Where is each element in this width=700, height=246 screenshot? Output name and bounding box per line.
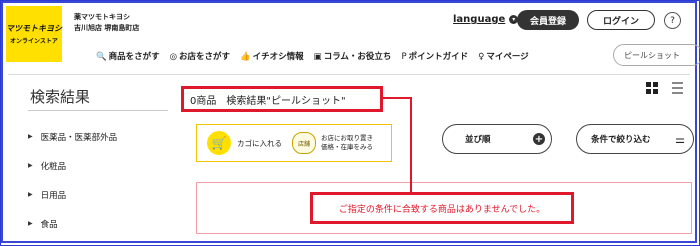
store-line2: 吉川旭店 堺南島町店 <box>74 24 140 32</box>
pickup-line2: 価格・在庫をみる <box>321 143 373 151</box>
category-item[interactable]: ▶ 日用品 <box>28 180 117 209</box>
pickup-legend-label: お店にお取り置き 価格・在庫をみる <box>321 134 373 152</box>
pickup-line1: お店にお取り置き <box>321 134 373 142</box>
main-nav: 🔍 商品をさがす ◎ お店をさがす 👍 イチオシ情報 ▣ コラム・お役立ち P ポイントガ… <box>96 50 529 62</box>
nav-label: お店をさがす <box>179 52 231 62</box>
language-selector[interactable]: language ▾ <box>453 14 519 25</box>
filter-label: 条件で絞り込む <box>591 135 651 145</box>
location-pin-icon: ◎ <box>169 52 178 62</box>
category-list: ▶ 医薬品・医薬部外品 ▶ 化粧品 ▶ 日用品 ▶ 食品 <box>28 122 117 238</box>
annotation-connector <box>383 97 412 99</box>
title-underline <box>28 110 168 111</box>
nav-item-stores[interactable]: ◎ お店をさがす <box>170 50 230 62</box>
sort-button[interactable]: 並び順 + <box>442 124 552 154</box>
nav-label: イチオシ情報 <box>252 52 304 62</box>
nav-item-products[interactable]: 🔍 商品をさがす <box>96 50 160 62</box>
logo-subtitle: オンラインストア <box>10 37 58 45</box>
nav-label: マイページ <box>486 52 529 62</box>
category-item[interactable]: ▶ 化粧品 <box>28 151 117 180</box>
sliders-icon: ⚌ <box>675 132 685 146</box>
list-view-icon[interactable] <box>672 82 683 94</box>
logo-wordmark: マツモトキヨシ <box>6 23 62 33</box>
register-button[interactable]: 会員登録 <box>517 10 579 30</box>
empty-result-message: ご指定の条件に合致する商品はありませんでした。 <box>310 192 574 224</box>
category-label: 食品 <box>40 219 58 230</box>
cart-legend-label: カゴに入れる <box>237 138 282 148</box>
plus-icon: + <box>533 133 545 145</box>
nav-item-points[interactable]: P ポイントガイド <box>401 50 468 62</box>
nav-label: 商品をさがす <box>108 52 160 62</box>
triangle-right-icon: ▶ <box>28 220 33 227</box>
category-label: 医薬品・医薬部外品 <box>40 132 118 143</box>
triangle-right-icon: ▶ <box>28 133 33 140</box>
book-icon: ▣ <box>313 52 322 62</box>
category-item[interactable]: ▶ 食品 <box>28 209 117 238</box>
nav-item-column[interactable]: ▣ コラム・お役立ち <box>314 50 392 62</box>
nav-label: コラム・お役立ち <box>323 52 392 62</box>
login-button[interactable]: ログイン <box>587 10 655 30</box>
category-label: 日用品 <box>40 190 67 201</box>
triangle-right-icon: ▶ <box>28 162 33 169</box>
header-divider <box>8 74 690 75</box>
site-logo[interactable]: マツモトキヨシ オンラインストア <box>6 6 62 62</box>
triangle-right-icon: ▶ <box>28 191 33 198</box>
nav-item-recommend[interactable]: 👍 イチオシ情報 <box>240 50 304 62</box>
grid-view-icon[interactable] <box>646 82 658 94</box>
store-line1: 薬マツモトキヨシ <box>74 13 130 21</box>
thumbs-up-icon: 👍 <box>240 52 251 62</box>
points-icon: P <box>401 52 407 62</box>
category-label: 化粧品 <box>40 161 67 172</box>
annotation-connector <box>410 97 412 177</box>
search-icon: 🔍 <box>96 52 107 62</box>
icon-legend: 🛒 カゴに入れる 店舗 お店にお取り置き 価格・在庫をみる <box>196 124 392 162</box>
filter-button[interactable]: 条件で絞り込む ⚌ <box>576 124 694 154</box>
search-input[interactable]: ピールショット <box>613 44 700 66</box>
nav-label: ポイントガイド <box>408 52 469 62</box>
cart-icon: 🛒 <box>207 131 231 155</box>
result-summary: 0商品 検索結果"ピールショット" <box>181 86 383 112</box>
language-label: language <box>453 14 506 25</box>
sort-label: 並び順 <box>465 135 491 145</box>
page-title: 検索結果 <box>30 88 91 106</box>
store-pickup-icon: 店舗 <box>292 132 316 154</box>
user-icon: ♀ <box>478 52 485 62</box>
help-icon[interactable]: ? <box>664 12 681 29</box>
nav-item-mypage[interactable]: ♀ マイページ <box>478 50 529 62</box>
category-item[interactable]: ▶ 医薬品・医薬部外品 <box>28 122 117 151</box>
annotation-connector <box>410 176 412 192</box>
selected-store[interactable]: 薬マツモトキヨシ 吉川旭店 堺南島町店 <box>74 12 139 34</box>
